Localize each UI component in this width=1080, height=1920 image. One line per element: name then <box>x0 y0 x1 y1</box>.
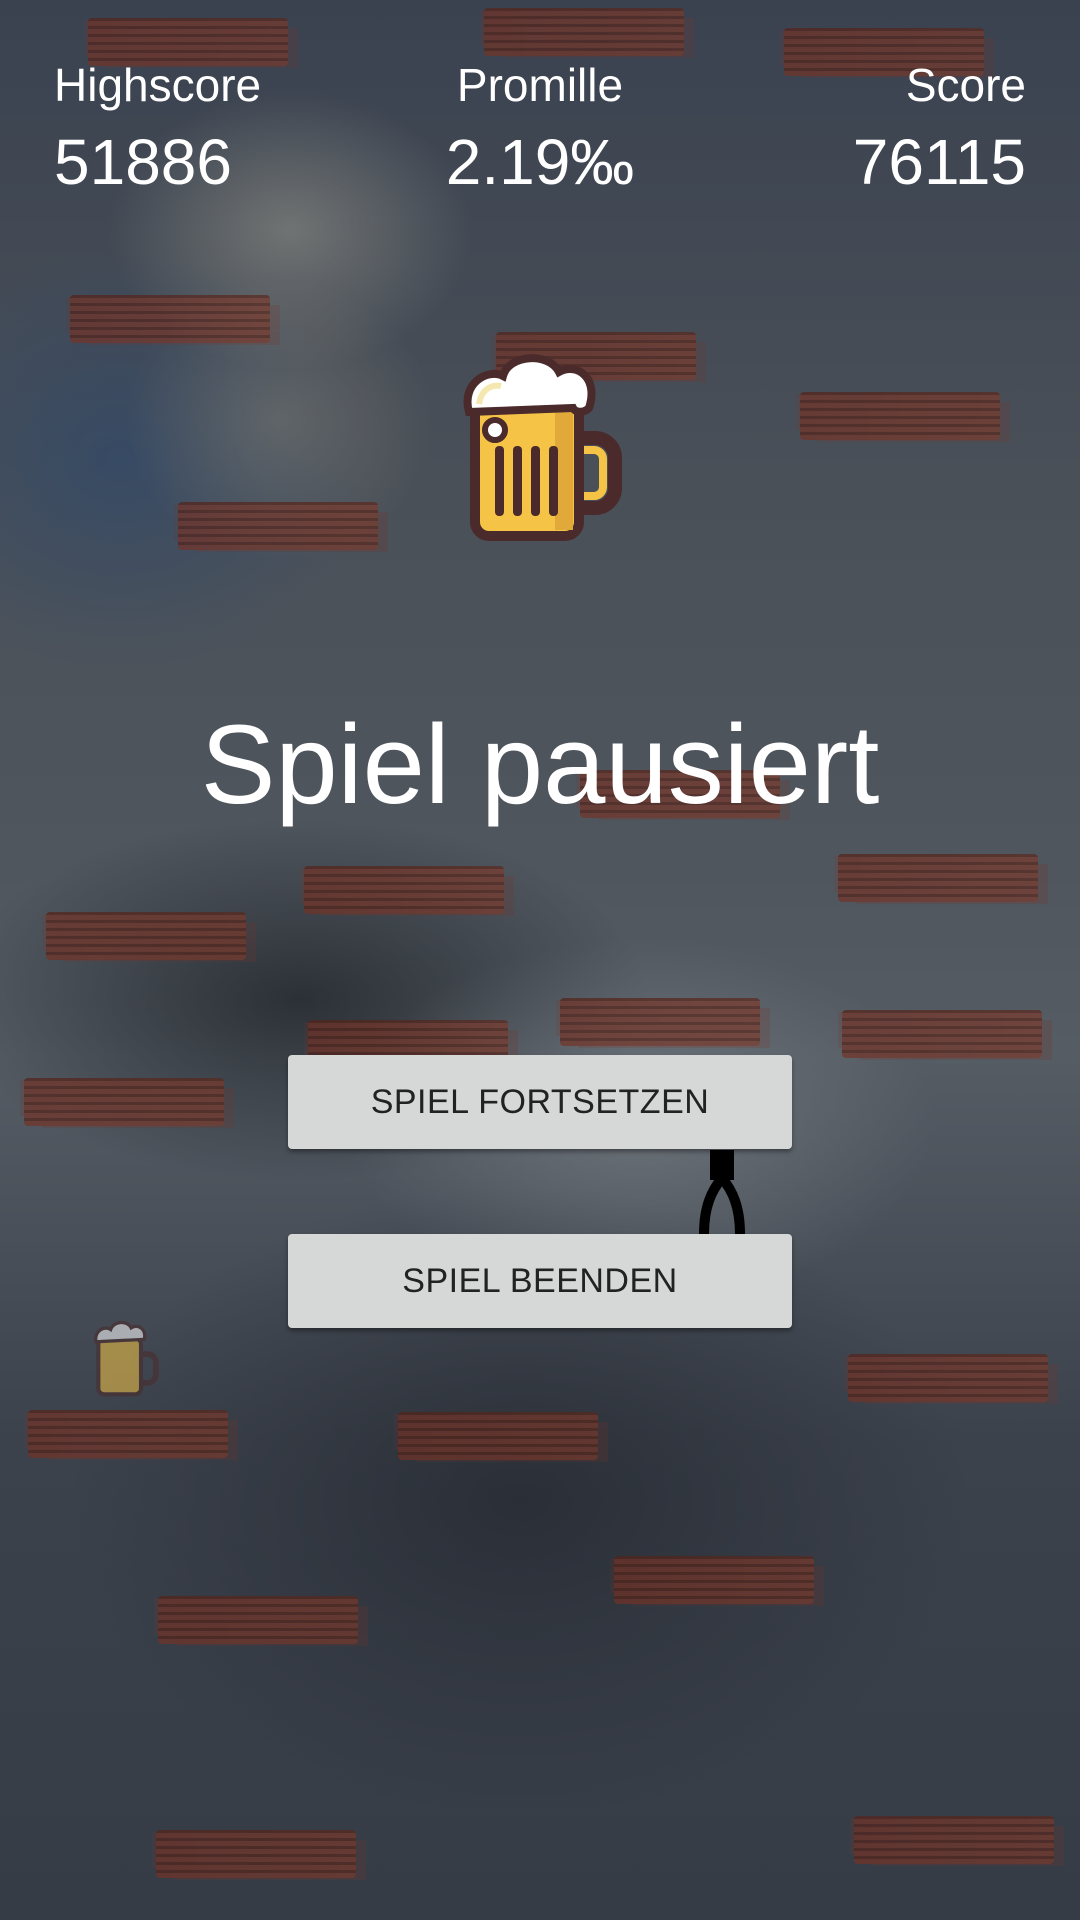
wood-platform <box>70 295 270 343</box>
wood-platform <box>854 1816 1054 1864</box>
wood-platform <box>28 1410 228 1458</box>
highscore-label: Highscore <box>54 59 262 111</box>
beer-mug-icon <box>463 354 622 541</box>
wood-platform <box>24 1078 224 1126</box>
promille-display: Promille 2.19‰ <box>390 58 690 202</box>
wood-platform <box>156 1830 356 1878</box>
wood-platform <box>800 392 1000 440</box>
wood-platform <box>178 502 378 550</box>
highscore-display: Highscore 51886 <box>54 58 354 202</box>
wood-platform <box>848 1354 1048 1402</box>
wood-platform <box>304 866 504 914</box>
continue-game-button[interactable]: SPIEL FORTSETZEN <box>288 1055 792 1149</box>
score-display: Score 76115 <box>726 58 1026 202</box>
highscore-value: 51886 <box>54 126 232 198</box>
wood-platform <box>46 912 246 960</box>
promille-label: Promille <box>456 59 624 111</box>
score-value: 76115 <box>852 126 1026 198</box>
score-label: Score <box>905 59 1026 111</box>
game-background <box>0 0 1080 1920</box>
wood-platform <box>614 1556 814 1604</box>
wood-platform <box>484 8 684 56</box>
wood-platform <box>560 998 760 1046</box>
wood-platform <box>398 1412 598 1460</box>
wood-platform <box>158 1596 358 1644</box>
quit-game-button[interactable]: SPIEL BEENDEN <box>288 1234 792 1328</box>
beer-mug-icon <box>94 1320 159 1397</box>
wood-platform <box>842 1010 1042 1058</box>
promille-value: 2.19‰ <box>445 126 635 198</box>
pause-title: Spiel pausiert <box>200 702 880 827</box>
player-character <box>699 1150 745 1234</box>
wood-platform <box>838 854 1038 902</box>
